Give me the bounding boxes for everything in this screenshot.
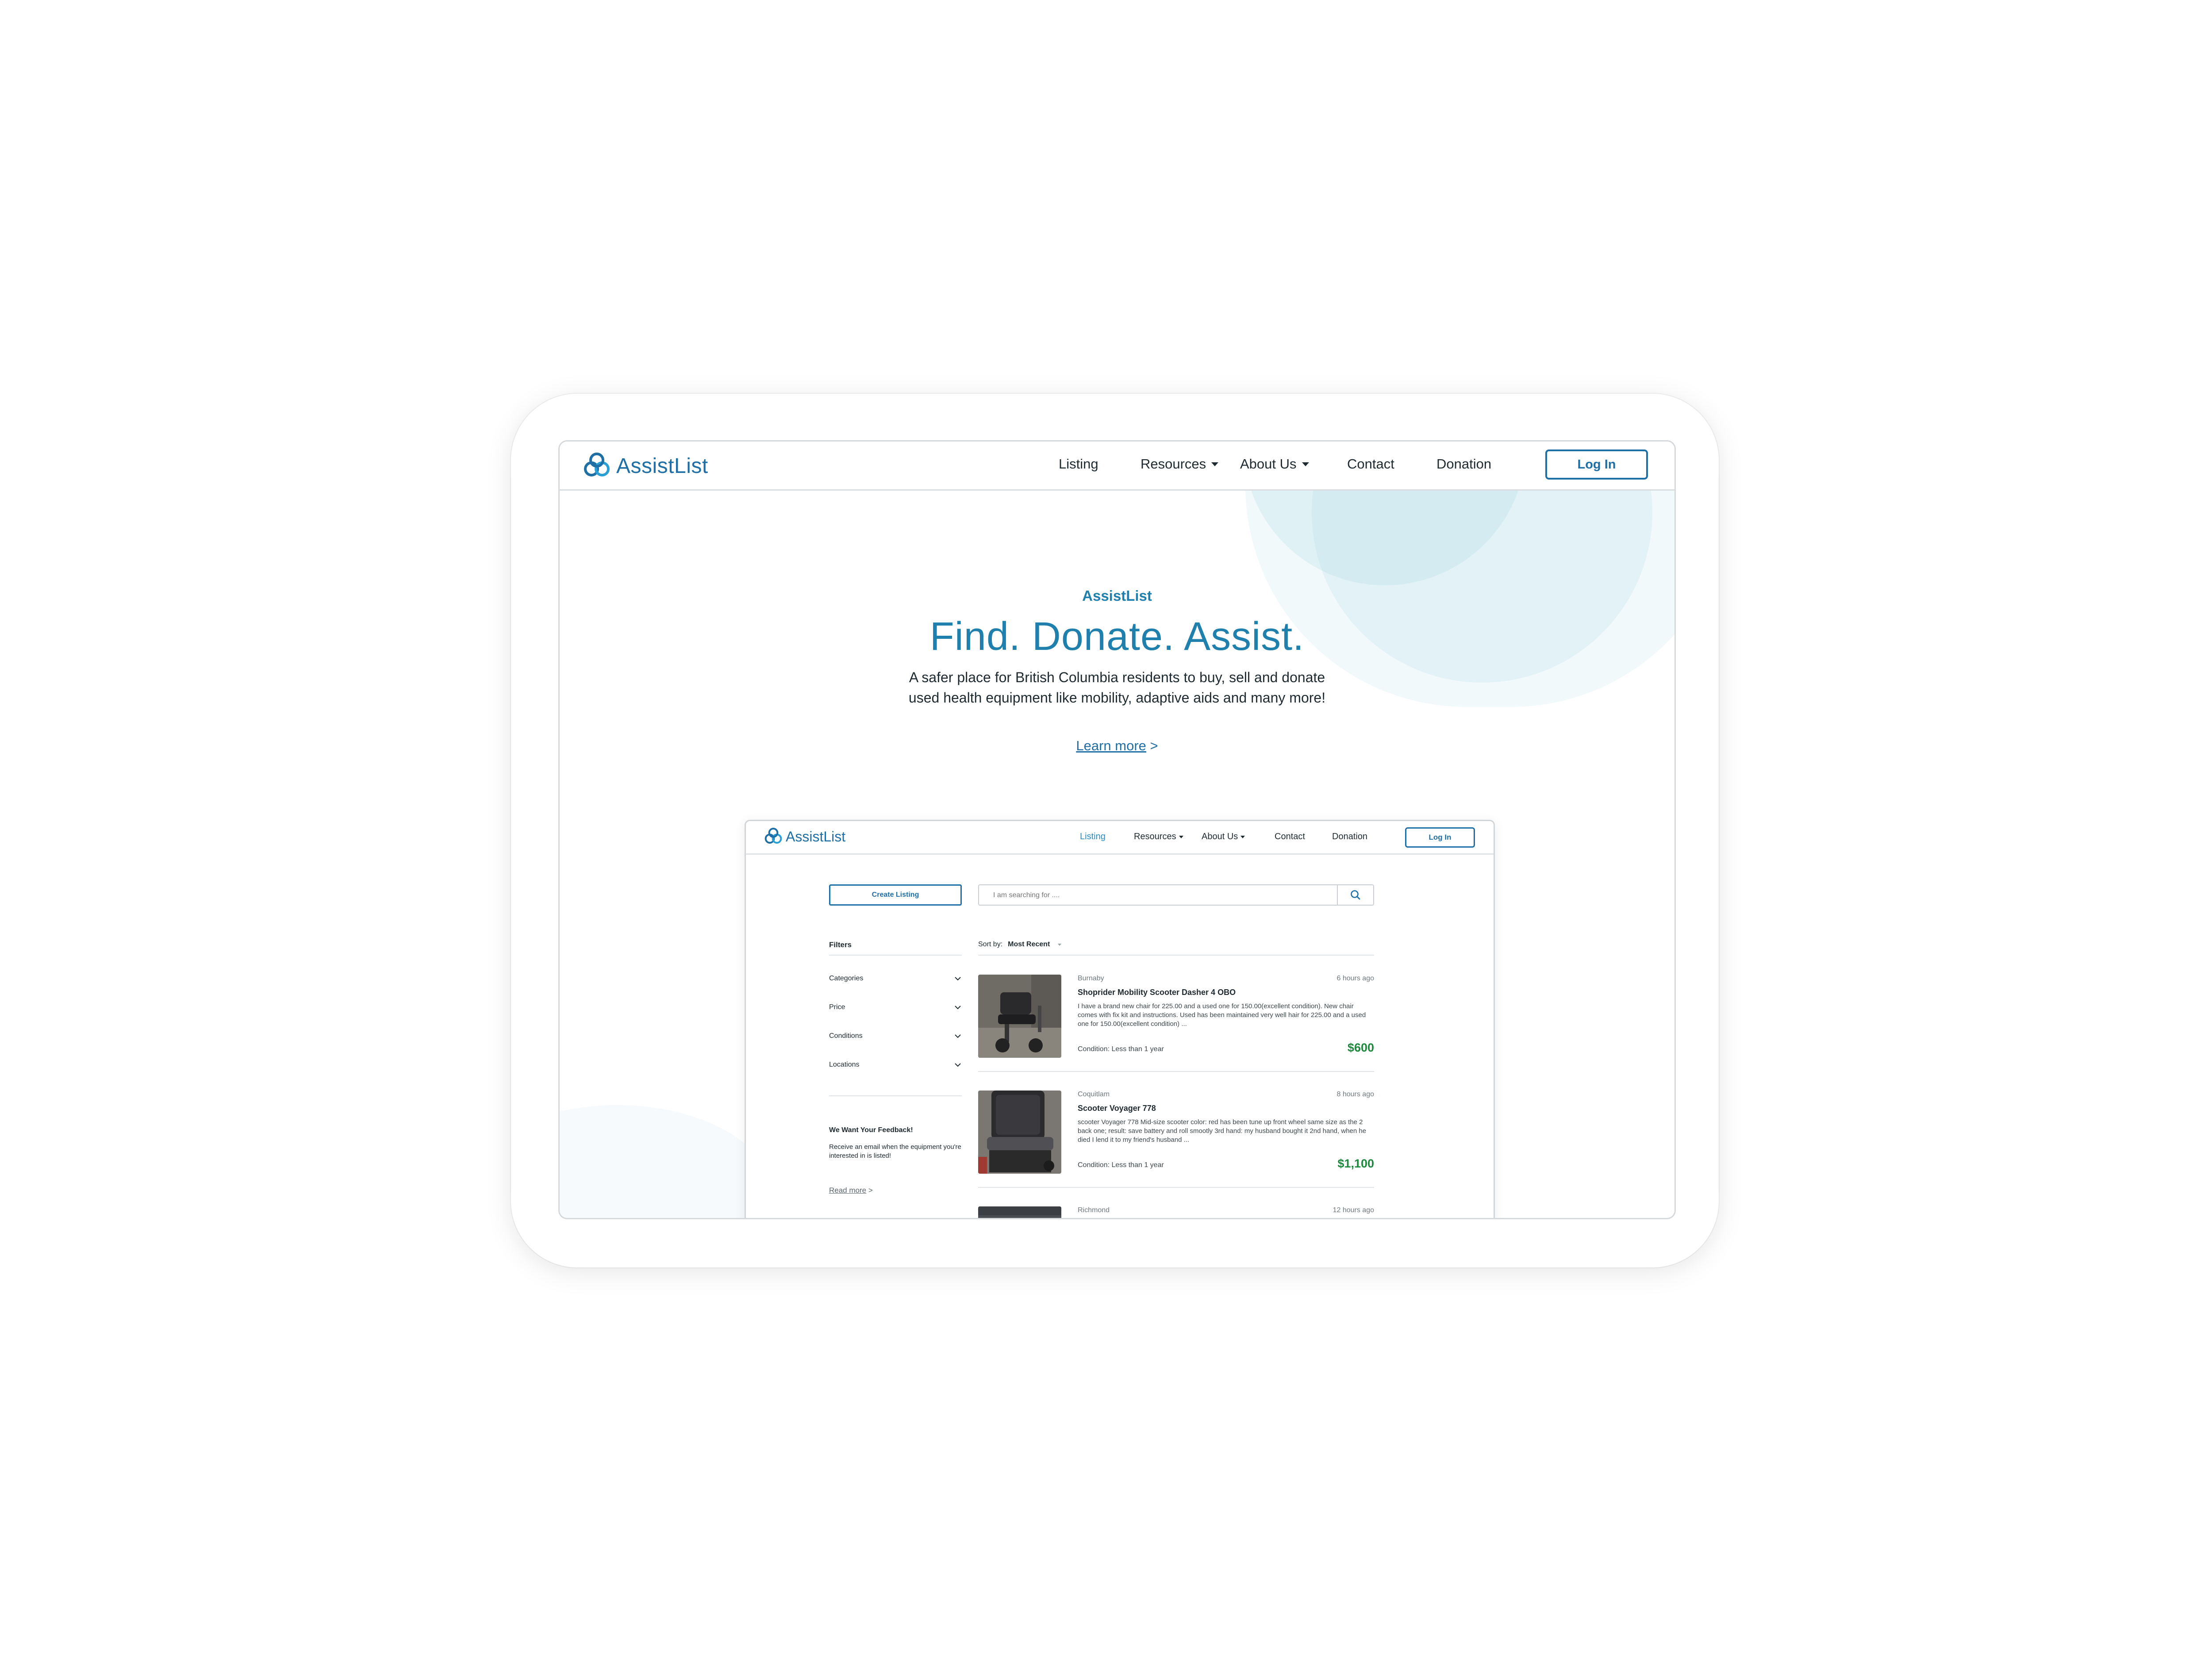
filter-categories[interactable]: Categories <box>829 975 962 983</box>
read-more-link[interactable]: Read more > <box>829 1186 873 1195</box>
caret-down-icon <box>1302 462 1309 466</box>
search-bar <box>978 884 1374 906</box>
preview-navbar: AssistList Listing Resources About Us Co… <box>746 821 1494 855</box>
logo-text: AssistList <box>616 454 708 478</box>
filters-title: Filters <box>829 941 852 949</box>
listing-location: Coquitlam <box>1078 1091 1110 1098</box>
hero-title: Find. Donate. Assist. <box>929 614 1305 659</box>
preview-nav-contact[interactable]: Contact <box>1275 832 1305 842</box>
divider <box>829 1095 962 1096</box>
feedback-title: We Want Your Feedback! <box>829 1126 913 1134</box>
preview-logo[interactable]: AssistList <box>763 827 845 846</box>
nav-donation[interactable]: Donation <box>1436 456 1491 472</box>
listing-condition: Condition: Less than 1 year <box>1078 1161 1164 1169</box>
listing-card[interactable]: Richmond 12 hours ago <box>978 1206 1374 1218</box>
listing-price: $1,100 <box>1337 1157 1374 1170</box>
preview-nav-donation[interactable]: Donation <box>1332 832 1367 842</box>
listing-price: $600 <box>1347 1041 1374 1054</box>
logo-icon <box>584 453 610 476</box>
listing-time: 8 hours ago <box>1336 1091 1374 1098</box>
listing-thumbnail[interactable] <box>978 1206 1061 1218</box>
preview-logo-text: AssistList <box>786 828 846 845</box>
nav-contact[interactable]: Contact <box>1347 456 1394 472</box>
listing-thumbnail[interactable] <box>978 1091 1061 1174</box>
caret-down-icon <box>1211 462 1219 466</box>
listing-card[interactable]: Coquitlam 8 hours ago Scooter Voyager 77… <box>978 1091 1374 1192</box>
nav-about-us[interactable]: About Us <box>1240 456 1309 472</box>
listing-description: I have a brand new chair for 225.00 and … <box>1078 1002 1366 1028</box>
learn-more-link[interactable]: Learn more > <box>560 738 1674 754</box>
sort-label: Sort by: <box>978 941 1003 948</box>
chevron-down-icon <box>955 1006 961 1010</box>
caret-down-icon <box>1240 835 1245 838</box>
feedback-description: Receive an email when the equipment you'… <box>829 1143 961 1160</box>
caret-down-icon <box>1058 943 1062 946</box>
chevron-down-icon <box>955 1034 961 1038</box>
preview-nav-listing[interactable]: Listing <box>1080 832 1106 842</box>
filter-locations[interactable]: Locations <box>829 1061 962 1069</box>
listing-time: 6 hours ago <box>1336 975 1374 982</box>
hero-description: A safer place for British Columbia resid… <box>908 669 1326 706</box>
listing-description: scooter Voyager 778 Mid-size scooter col… <box>1078 1118 1367 1144</box>
logo-icon <box>764 828 782 844</box>
listing-time: 12 hours ago <box>1333 1206 1374 1214</box>
divider <box>829 955 962 956</box>
divider <box>978 955 1374 956</box>
hero-eyebrow: AssistList <box>1082 588 1152 604</box>
top-navbar: AssistList Listing Resources About Us Co… <box>560 442 1674 491</box>
listing-location: Burnaby <box>1078 975 1104 982</box>
preview-nav-resources[interactable]: Resources <box>1134 832 1183 842</box>
site-logo[interactable]: AssistList <box>581 451 708 480</box>
chevron-down-icon <box>955 1063 961 1067</box>
divider <box>978 1187 1374 1188</box>
search-icon <box>1351 890 1360 900</box>
nav-listing[interactable]: Listing <box>1059 456 1098 472</box>
nav-resources[interactable]: Resources <box>1141 456 1219 472</box>
listing-location: Richmond <box>1078 1206 1110 1214</box>
sort-control[interactable]: Sort by: Most Recent <box>978 941 1062 949</box>
listing-thumbnail[interactable] <box>978 975 1061 1058</box>
login-button[interactable]: Log In <box>1545 449 1648 480</box>
search-button[interactable] <box>1337 885 1373 905</box>
search-input[interactable] <box>992 891 1339 900</box>
browser-screen: AssistList Listing Resources About Us Co… <box>558 440 1676 1219</box>
decorative-circle <box>560 1105 772 1218</box>
caret-down-icon <box>1179 835 1183 838</box>
create-listing-button[interactable]: Create Listing <box>829 884 962 906</box>
filter-conditions[interactable]: Conditions <box>829 1032 962 1040</box>
sort-value: Most Recent <box>1008 941 1050 948</box>
listing-page-preview: AssistList Listing Resources About Us Co… <box>745 820 1495 1218</box>
listing-condition: Condition: Less than 1 year <box>1078 1045 1164 1053</box>
listing-title[interactable]: Shoprider Mobility Scooter Dasher 4 OBO <box>1078 988 1236 997</box>
preview-nav-about-us[interactable]: About Us <box>1202 832 1245 842</box>
preview-login-button[interactable]: Log In <box>1405 827 1475 848</box>
divider <box>978 1071 1374 1072</box>
listing-card[interactable]: Burnaby 6 hours ago Shoprider Mobility S… <box>978 975 1374 1076</box>
filter-price[interactable]: Price <box>829 1003 962 1011</box>
listing-title[interactable]: Scooter Voyager 778 <box>1078 1104 1156 1113</box>
chevron-down-icon <box>955 977 961 981</box>
